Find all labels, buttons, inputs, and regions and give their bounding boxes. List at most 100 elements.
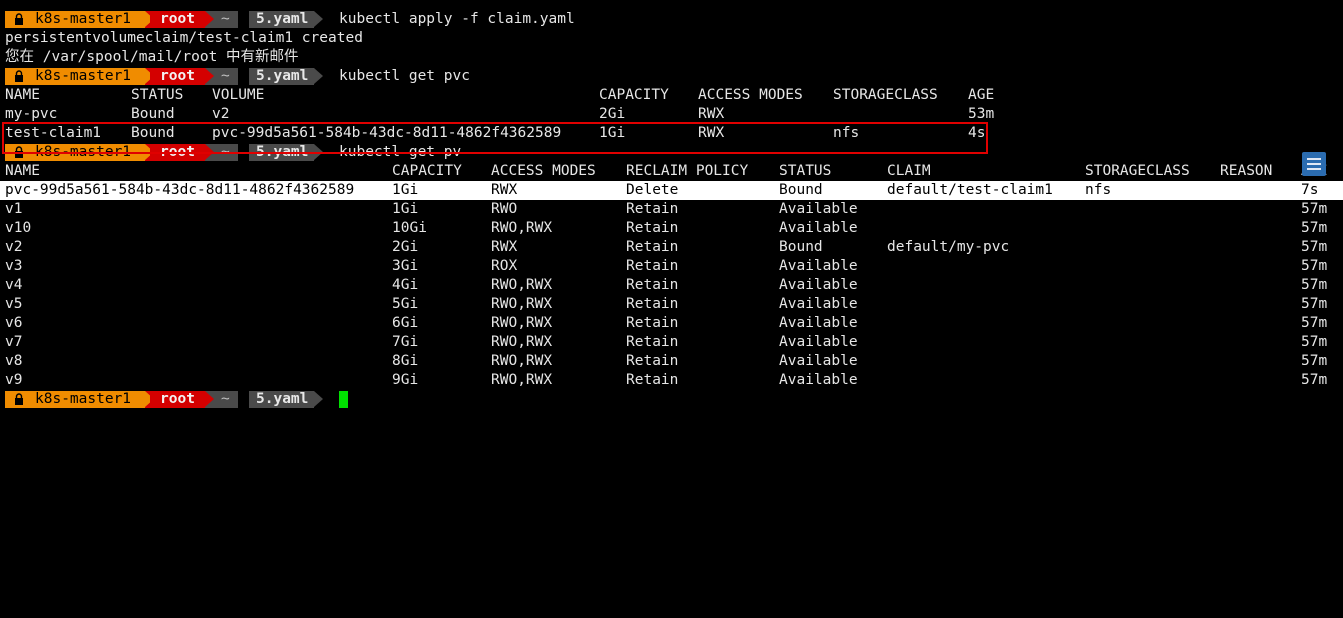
prompt-home: ~ [221,68,230,84]
pv-header-cell: CLAIM [887,163,931,179]
pv-cell: v6 [5,315,23,331]
pvc-header-cell: AGE [968,87,995,103]
pv-header-cell: STORAGECLASS [1085,163,1190,179]
table-row: v9 9Gi RWO,RWX Retain Available 57m [0,371,1343,390]
pv-cell: v4 [5,277,23,293]
pv-cell: 57m [1301,296,1328,312]
prompt-line-apply: k8s-master1 root ~ 5.yaml kubectl apply … [0,10,1343,29]
pv-cell: nfs [1085,182,1112,198]
segment-arrow [314,68,323,84]
pv-cell: RWO,RWX [491,220,553,236]
prompt-host-segment: k8s-master1 [5,391,145,408]
pv-cell: 57m [1301,372,1328,388]
prompt-dir-segment: 5.yaml [249,11,314,28]
prompt-host-segment: k8s-master1 [5,11,145,28]
pv-cell: 57m [1301,353,1328,369]
pv-cell: 57m [1301,201,1328,217]
pv-cell: Retain [626,220,679,236]
highlight-box [2,122,988,154]
pv-header-cell: NAME [5,163,40,179]
pv-cell: RWO,RWX [491,315,553,331]
table-row: v1 1Gi RWO Retain Available 57m [0,200,1343,219]
pv-cell: Available [779,315,858,331]
pv-cell: 1Gi [392,201,419,217]
prompt-host: k8s-master1 [35,68,132,84]
lock-icon [15,393,23,405]
table-row: v6 6Gi RWO,RWX Retain Available 57m [0,314,1343,333]
table-row: v5 5Gi RWO,RWX Retain Available 57m [0,295,1343,314]
pv-cell: 57m [1301,239,1328,255]
pv-cell: 7Gi [392,334,419,350]
pv-cell: 7s [1301,182,1319,198]
pv-cell: RWX [491,182,518,198]
pv-cell: Retain [626,201,679,217]
prompt-dir: 5.yaml [256,11,309,27]
table-row: v2 2Gi RWX Retain Bound default/my-pvc 57m [0,238,1343,257]
pv-cell: RWX [491,239,518,255]
prompt-user-segment: root [150,11,205,28]
pvc-header-cell: ACCESS MODES [698,87,803,103]
pv-cell: 4Gi [392,277,419,293]
pv-cell: RWO,RWX [491,353,553,369]
pv-cell: Retain [626,296,679,312]
pv-table-header: NAME CAPACITY ACCESS MODES RECLAIM POLIC… [0,162,1343,181]
pv-cell: 1Gi [392,182,419,198]
prompt-user-segment: root [150,391,205,408]
segment-arrow [205,68,214,84]
prompt-home: ~ [221,11,230,27]
pv-cell: Available [779,372,858,388]
prompt-dir: 5.yaml [256,68,309,84]
prompt-host-segment: k8s-master1 [5,68,145,85]
pv-cell: RWO,RWX [491,296,553,312]
table-row: v10 10Gi RWO,RWX Retain Available 57m [0,219,1343,238]
lock-icon [15,70,23,82]
pv-cell: Retain [626,258,679,274]
menu-icon[interactable] [1302,152,1326,176]
prompt-host: k8s-master1 [35,11,132,27]
terminal-window[interactable]: k8s-master1 root ~ 5.yaml kubectl apply … [0,0,1343,420]
prompt-home-segment: ~ [216,11,238,28]
pv-header-cell: REASON [1220,163,1273,179]
pv-cell: v3 [5,258,23,274]
text-cursor[interactable] [339,391,348,408]
pv-cell: RWO,RWX [491,334,553,350]
pv-cell: default/my-pvc [887,239,1010,255]
segment-arrow [205,11,214,27]
prompt-home-segment: ~ [216,68,238,85]
table-row: v4 4Gi RWO,RWX Retain Available 57m [0,276,1343,295]
pv-header-cell: RECLAIM POLICY [626,163,749,179]
pvc-table-header: NAME STATUS VOLUME CAPACITY ACCESS MODES… [0,86,1343,105]
segment-arrow [205,391,214,407]
pv-cell: RWO,RWX [491,372,553,388]
command-text: kubectl apply -f claim.yaml [339,11,575,27]
pvc-header-cell: NAME [5,87,40,103]
prompt-line-get-pvc: k8s-master1 root ~ 5.yaml kubectl get pv… [0,67,1343,86]
pv-cell: Available [779,353,858,369]
pv-cell: Available [779,277,858,293]
pv-cell: v10 [5,220,32,236]
pv-header-cell: ACCESS MODES [491,163,596,179]
pv-cell: pvc-99d5a561-584b-43dc-8d11-4862f4362589 [5,182,355,198]
pv-cell: 5Gi [392,296,419,312]
prompt-line-current[interactable]: k8s-master1 root ~ 5.yaml [0,390,1343,409]
pv-cell: Available [779,258,858,274]
prompt-host: k8s-master1 [35,391,132,407]
pv-cell: Available [779,296,858,312]
pvc-header-cell: STORAGECLASS [833,87,938,103]
pv-cell: 9Gi [392,372,419,388]
prompt-home-segment: ~ [216,391,238,408]
pv-cell: Bound [779,182,823,198]
pv-cell: Available [779,220,858,236]
output-created: persistentvolumeclaim/test-claim1 create… [5,30,363,46]
prompt-dir: 5.yaml [256,391,309,407]
pvc-header-cell: CAPACITY [599,87,669,103]
pv-cell: 3Gi [392,258,419,274]
pv-cell: v2 [5,239,23,255]
pv-cell: 57m [1301,315,1328,331]
pvc-header-cell: VOLUME [212,87,265,103]
table-row: v8 8Gi RWO,RWX Retain Available 57m [0,352,1343,371]
pv-cell: default/test-claim1 [887,182,1053,198]
prompt-user: root [160,11,195,27]
pv-cell: RWO,RWX [491,277,553,293]
lock-icon [15,13,23,25]
